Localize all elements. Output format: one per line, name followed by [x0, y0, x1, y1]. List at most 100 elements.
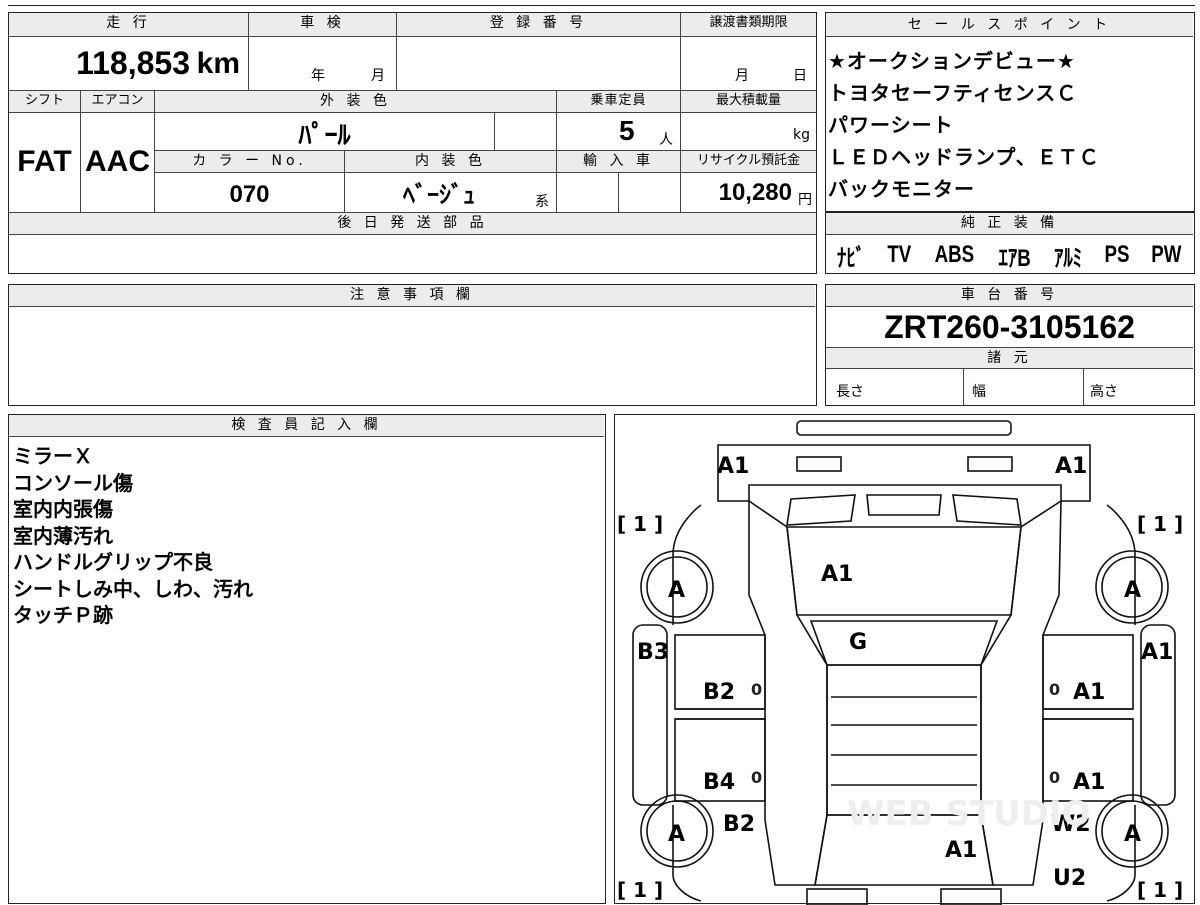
equipment-abs: ABS — [934, 241, 975, 268]
registration-cell — [397, 37, 681, 91]
load-unit: kg — [793, 127, 810, 143]
tire-rl-mark: A — [668, 822, 685, 847]
equipment-navi: ﾅﾋﾞ — [837, 244, 866, 272]
mileage-header: 走 行 — [9, 13, 249, 37]
notes-panel: 注 意 事 項 欄 — [8, 284, 817, 406]
equipment-pw: PW — [1151, 241, 1182, 268]
mark-front-right: A1 — [1055, 454, 1087, 479]
tire-fr-mark: A — [1124, 578, 1141, 603]
grille-left — [786, 494, 856, 526]
shift-cell: FAT — [9, 113, 81, 213]
inspection-cell: 年 月 — [249, 37, 397, 91]
color-no-value: 070 — [229, 181, 270, 208]
ac-value: AAC — [85, 145, 150, 178]
inspector-header: 検 査 員 記 入 欄 — [9, 415, 604, 437]
transfer-cell: 月 日 — [681, 37, 816, 91]
zero-mark: 0 — [1049, 680, 1060, 699]
recycle-cell: 10,280 円 — [681, 173, 816, 213]
interior-cell: ﾍﾞｰｼﾞｭ 系 — [345, 173, 557, 213]
equipment-panel: 純 正 装 備 ﾅﾋﾞ TV ABS ｴｱB ｱﾙﾐ PS PW — [825, 212, 1195, 274]
interior-suffix: 系 — [535, 194, 549, 210]
grille-center — [866, 494, 942, 516]
mark-left-front-fender: B3 — [637, 640, 669, 665]
mileage-unit: km — [196, 47, 240, 80]
equipment-list: ﾅﾋﾞ TV ABS ｴｱB ｱﾙﾐ PS PW — [826, 237, 1193, 273]
sales-points-list: ★オークションデビュー★ トヨタセーフティセンスＣ パワーシート ＬＥＤヘッドラ… — [828, 45, 1100, 205]
load-cell: kg — [681, 113, 816, 151]
interior-header: 内 装 色 — [345, 151, 557, 173]
chassis-header: 車 台 番 号 — [826, 285, 1193, 307]
mark-right-front-door: A1 — [1073, 680, 1105, 705]
inspector-line: タッチＰ跡 — [13, 603, 113, 627]
mark-trunk: A1 — [945, 838, 977, 863]
front-bumper-bar — [796, 420, 1012, 436]
roof-outline — [826, 664, 982, 816]
windshield-outline — [809, 620, 999, 666]
equipment-airbag: ｴｱB — [998, 244, 1031, 272]
sales-point-item: バックモニター — [828, 177, 975, 201]
equipment-header: 純 正 装 備 — [826, 213, 1193, 235]
mileage-cell: 118,853 km — [9, 37, 249, 91]
chassis-value: ZRT260-3105162 — [884, 309, 1135, 345]
sales-point-item: ＬＥＤヘッドランプ、ＥＴＣ — [828, 145, 1100, 169]
ac-cell: AAC — [81, 113, 155, 213]
inspector-line: ハンドルグリップ不良 — [13, 550, 213, 574]
equipment-alloy: ｱﾙﾐ — [1053, 244, 1083, 272]
zero-mark: 0 — [751, 768, 762, 787]
mark-right-rear-panel: U2 — [1053, 866, 1086, 891]
notes-header: 注 意 事 項 欄 — [9, 285, 815, 307]
interior-value: ﾍﾞｰｼﾞｭ — [403, 182, 475, 209]
inspector-panel: 検 査 員 記 入 欄 ミラーＸ コンソール傷 室内内張傷 室内薄汚れ ハンドル… — [8, 414, 606, 904]
exterior-header: 外 装 色 — [155, 91, 557, 113]
mark-left-rear-door: B4 — [703, 770, 735, 795]
spec-length-label: 長さ — [836, 384, 864, 400]
capacity-header: 乗車定員 — [557, 91, 681, 113]
spec-width-label: 幅 — [972, 384, 986, 400]
registration-header: 登 録 番 号 — [397, 13, 681, 37]
tire-rr-bracket: [ 1 ] — [1137, 878, 1183, 902]
grille-right — [952, 494, 1022, 526]
recycle-unit: 円 — [798, 192, 812, 208]
car-diagram: A1 A1 A1 G B3 A1 B2 A1 B4 A1 B2 W2 A1 U2… — [617, 420, 1183, 905]
import-header: 輸 入 車 — [557, 151, 681, 173]
inspector-line: コンソール傷 — [13, 470, 133, 495]
tire-fl-mark: A — [668, 578, 685, 603]
zero-mark: 0 — [751, 680, 762, 699]
inspector-line: 室内薄汚れ — [13, 523, 113, 548]
mark-windshield: G — [849, 630, 867, 655]
exterior-cell: ﾊﾟｰﾙ — [155, 113, 495, 151]
spec-length: 長さ — [826, 369, 964, 405]
vehicle-info-table: 走 行 車 検 登 録 番 号 譲渡書類期限 118,853 km 年 月 月 … — [8, 12, 817, 274]
sales-points-header: セ ー ル ス ポ イ ン ト — [826, 13, 1193, 37]
tire-fl-bracket: [ 1 ] — [617, 512, 663, 536]
shift-value: FAT — [17, 145, 72, 178]
load-header: 最大積載量 — [681, 91, 816, 113]
mark-front-left: A1 — [717, 454, 749, 479]
zero-mark: 0 — [1049, 768, 1060, 787]
car-diagram-panel: A1 A1 A1 G B3 A1 B2 A1 B4 A1 B2 W2 A1 U2… — [614, 414, 1195, 905]
mark-right-front-fender: A1 — [1141, 640, 1173, 665]
sales-point-item: トヨタセーフティセンスＣ — [828, 81, 1078, 105]
top-strip — [8, 0, 1195, 6]
capacity-cell: 5 人 — [557, 113, 681, 151]
shift-header: シフト — [9, 91, 81, 113]
headlight-left — [796, 456, 842, 472]
transfer-header: 譲渡書類期限 — [681, 13, 816, 37]
sales-point-item: パワーシート — [828, 113, 954, 137]
spec-header: 諸 元 — [826, 347, 1193, 369]
inspector-line: 室内内張傷 — [13, 497, 113, 521]
later-parts-header: 後 日 発 送 部 品 — [9, 213, 816, 235]
mark-hood: A1 — [821, 562, 853, 587]
recycle-value: 10,280 — [718, 179, 792, 206]
inspection-month: 月 — [371, 68, 385, 84]
spec-height: 高さ — [1084, 369, 1193, 405]
tire-rl-bracket: [ 1 ] — [617, 878, 663, 902]
spec-width: 幅 — [964, 369, 1084, 405]
exterior-value: ﾊﾟｰﾙ — [298, 120, 351, 150]
exterior-extra-cell — [495, 113, 557, 151]
capacity-value: 5 — [619, 115, 635, 146]
spec-height-label: 高さ — [1090, 384, 1118, 400]
chassis-panel: 車 台 番 号 ZRT260-3105162 諸 元 長さ 幅 高さ — [825, 284, 1195, 406]
inspector-line: ミラーＸ — [13, 444, 93, 468]
headlight-right — [967, 456, 1013, 472]
